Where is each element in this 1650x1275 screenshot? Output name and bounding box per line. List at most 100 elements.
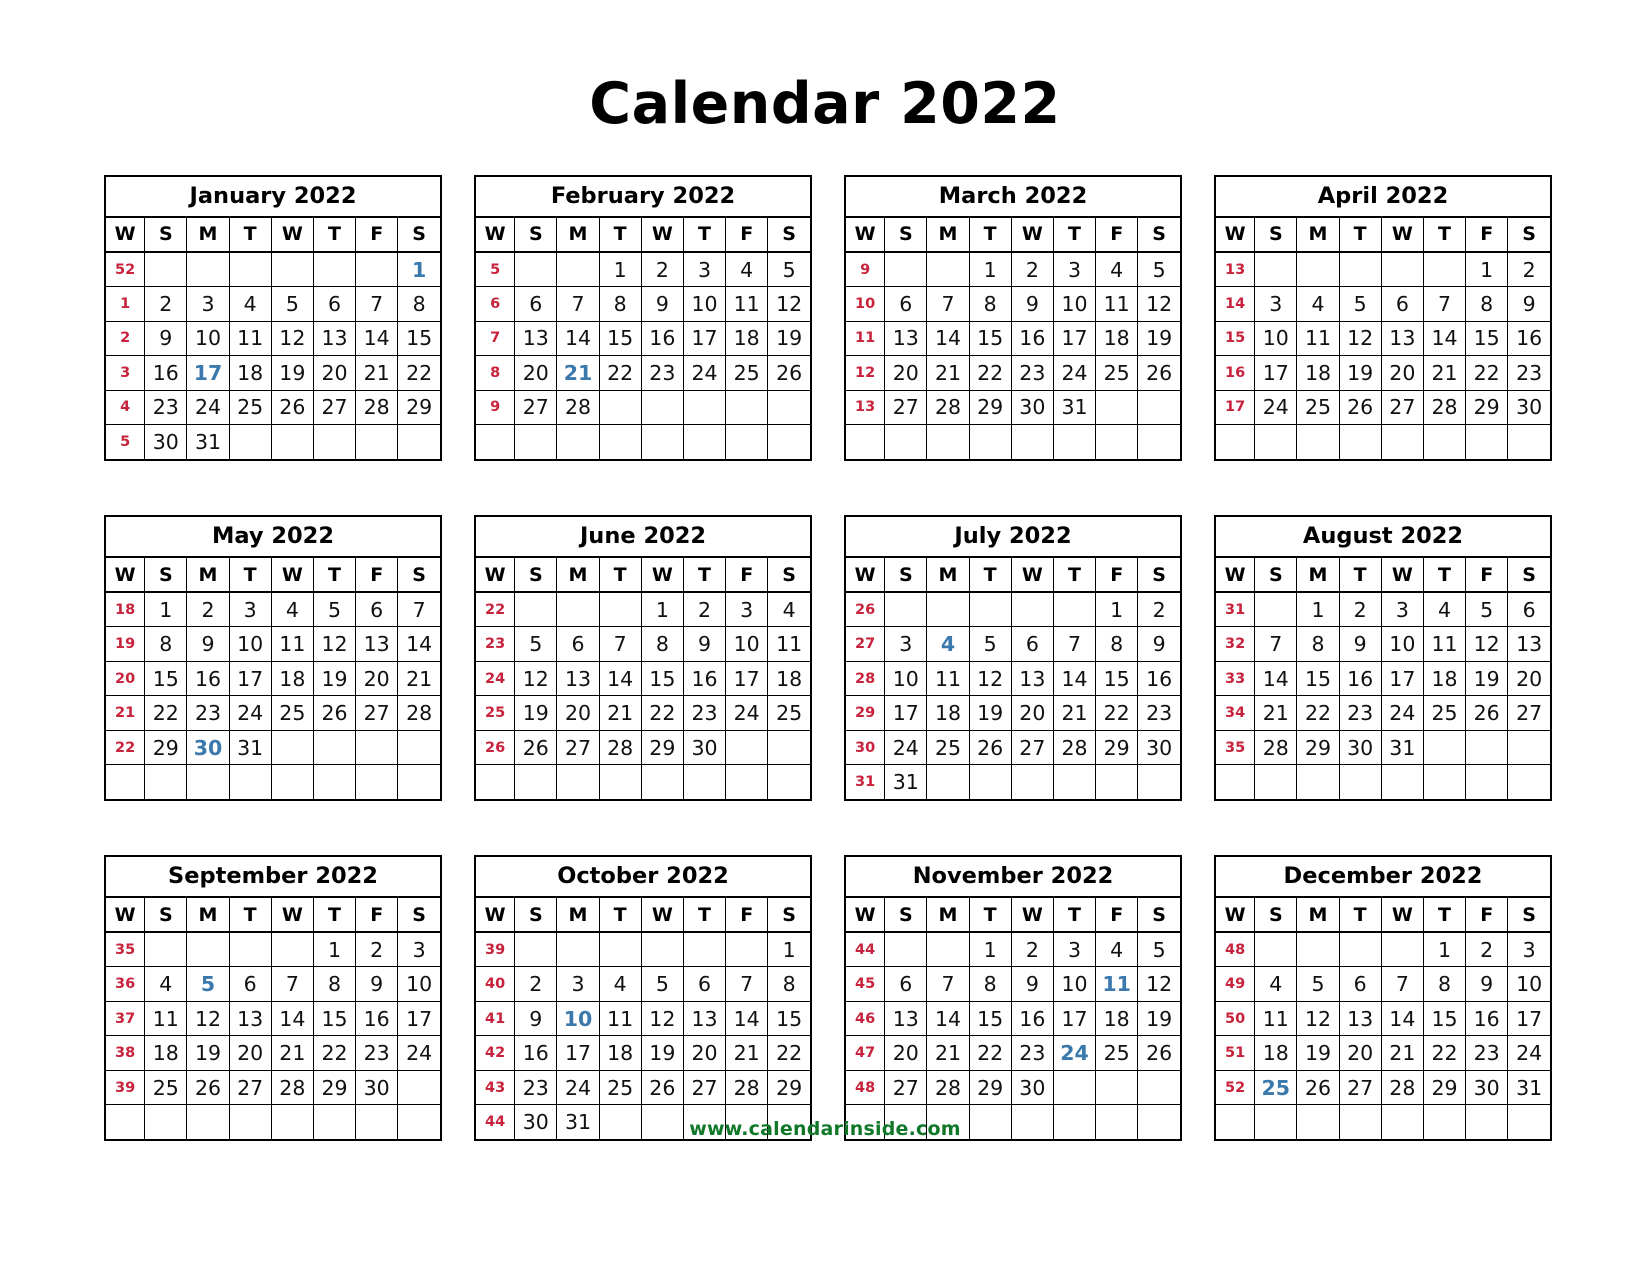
day-cell[interactable]: 18 bbox=[1254, 1035, 1298, 1071]
day-cell[interactable]: 25 bbox=[1095, 355, 1139, 391]
day-cell[interactable]: 12 bbox=[1338, 320, 1382, 357]
day-cell[interactable]: 14 bbox=[926, 320, 970, 357]
day-cell[interactable]: 24 bbox=[682, 355, 727, 391]
day-cell[interactable]: 27 bbox=[682, 1069, 727, 1106]
day-cell[interactable]: 2 bbox=[144, 286, 188, 322]
day-cell[interactable]: 31 bbox=[1507, 1069, 1550, 1106]
day-cell[interactable]: 24 bbox=[228, 695, 272, 731]
day-cell[interactable]: 12 bbox=[1465, 626, 1509, 662]
day-cell[interactable]: 12 bbox=[514, 660, 558, 697]
day-cell[interactable]: 27 bbox=[355, 695, 399, 731]
day-cell[interactable]: 29 bbox=[968, 389, 1012, 426]
day-cell[interactable]: 7 bbox=[270, 966, 314, 1002]
day-cell[interactable]: 11 bbox=[1095, 286, 1139, 322]
day-cell[interactable]: 30 bbox=[1010, 1069, 1054, 1106]
day-cell[interactable]: 4 bbox=[228, 286, 272, 322]
day-cell[interactable]: 13 bbox=[884, 320, 928, 357]
day-cell[interactable]: 14 bbox=[270, 1000, 314, 1037]
day-cell[interactable]: 5 bbox=[1296, 966, 1340, 1002]
day-cell[interactable]: 17 bbox=[1052, 320, 1097, 357]
day-cell[interactable]: 15 bbox=[968, 1000, 1012, 1037]
day-cell[interactable]: 1 bbox=[1296, 591, 1340, 628]
day-cell[interactable]: 10 bbox=[682, 286, 727, 322]
day-cell[interactable]: 6 bbox=[355, 591, 399, 628]
day-cell[interactable]: 28 bbox=[270, 1069, 314, 1106]
day-cell[interactable]: 23 bbox=[1465, 1035, 1509, 1071]
day-cell[interactable]: 16 bbox=[186, 660, 230, 697]
day-cell[interactable]: 29 bbox=[640, 729, 684, 766]
day-cell[interactable]: 31 bbox=[228, 729, 272, 766]
day-cell[interactable]: 28 bbox=[598, 729, 642, 766]
holiday-day-cell[interactable]: 11 bbox=[1095, 966, 1139, 1002]
day-cell[interactable]: 15 bbox=[598, 320, 642, 357]
day-cell[interactable]: 11 bbox=[598, 1000, 642, 1037]
day-cell[interactable]: 27 bbox=[556, 729, 600, 766]
day-cell[interactable]: 20 bbox=[884, 355, 928, 391]
day-cell[interactable]: 5 bbox=[1465, 591, 1509, 628]
day-cell[interactable]: 7 bbox=[598, 626, 642, 662]
day-cell[interactable]: 4 bbox=[1254, 966, 1298, 1002]
day-cell[interactable]: 17 bbox=[1507, 1000, 1550, 1037]
day-cell[interactable]: 12 bbox=[1137, 286, 1180, 322]
day-cell[interactable]: 5 bbox=[1338, 286, 1382, 322]
day-cell[interactable]: 28 bbox=[1380, 1069, 1424, 1106]
day-cell[interactable]: 16 bbox=[1338, 660, 1382, 697]
day-cell[interactable]: 9 bbox=[682, 626, 727, 662]
day-cell[interactable]: 14 bbox=[598, 660, 642, 697]
day-cell[interactable]: 19 bbox=[1338, 355, 1382, 391]
day-cell[interactable]: 20 bbox=[228, 1035, 272, 1071]
day-cell[interactable]: 6 bbox=[884, 966, 928, 1002]
day-cell[interactable]: 27 bbox=[514, 389, 558, 426]
day-cell[interactable]: 10 bbox=[397, 966, 440, 1002]
day-cell[interactable]: 10 bbox=[1052, 966, 1097, 1002]
day-cell[interactable]: 25 bbox=[1296, 389, 1340, 426]
day-cell[interactable]: 16 bbox=[144, 355, 188, 391]
day-cell[interactable]: 13 bbox=[228, 1000, 272, 1037]
day-cell[interactable]: 17 bbox=[228, 660, 272, 697]
day-cell[interactable]: 22 bbox=[968, 355, 1012, 391]
day-cell[interactable]: 23 bbox=[355, 1035, 399, 1071]
day-cell[interactable]: 22 bbox=[1465, 355, 1509, 391]
day-cell[interactable]: 23 bbox=[144, 389, 188, 426]
day-cell[interactable]: 29 bbox=[1095, 729, 1139, 766]
day-cell[interactable]: 10 bbox=[186, 320, 230, 357]
holiday-day-cell[interactable]: 21 bbox=[556, 355, 600, 391]
day-cell[interactable]: 2 bbox=[640, 251, 684, 288]
day-cell[interactable]: 1 bbox=[598, 251, 642, 288]
day-cell[interactable]: 26 bbox=[640, 1069, 684, 1106]
day-cell[interactable]: 14 bbox=[926, 1000, 970, 1037]
day-cell[interactable]: 9 bbox=[1507, 286, 1550, 322]
day-cell[interactable]: 5 bbox=[767, 251, 810, 288]
day-cell[interactable]: 18 bbox=[1422, 660, 1467, 697]
day-cell[interactable]: 11 bbox=[1254, 1000, 1298, 1037]
day-cell[interactable]: 3 bbox=[1380, 591, 1424, 628]
day-cell[interactable]: 20 bbox=[312, 355, 357, 391]
day-cell[interactable]: 21 bbox=[598, 695, 642, 731]
day-cell[interactable]: 30 bbox=[682, 729, 727, 766]
day-cell[interactable]: 21 bbox=[355, 355, 399, 391]
day-cell[interactable]: 28 bbox=[556, 389, 600, 426]
day-cell[interactable]: 18 bbox=[144, 1035, 188, 1071]
day-cell[interactable]: 19 bbox=[186, 1035, 230, 1071]
day-cell[interactable]: 4 bbox=[270, 591, 314, 628]
day-cell[interactable]: 25 bbox=[926, 729, 970, 766]
day-cell[interactable]: 26 bbox=[1137, 1035, 1180, 1071]
day-cell[interactable]: 25 bbox=[228, 389, 272, 426]
day-cell[interactable]: 21 bbox=[1254, 695, 1298, 731]
day-cell[interactable]: 31 bbox=[186, 424, 230, 460]
day-cell[interactable]: 26 bbox=[514, 729, 558, 766]
day-cell[interactable]: 12 bbox=[767, 286, 810, 322]
day-cell[interactable]: 6 bbox=[884, 286, 928, 322]
day-cell[interactable]: 22 bbox=[1095, 695, 1139, 731]
day-cell[interactable]: 25 bbox=[598, 1069, 642, 1106]
day-cell[interactable]: 25 bbox=[725, 355, 769, 391]
day-cell[interactable]: 6 bbox=[682, 966, 727, 1002]
day-cell[interactable]: 17 bbox=[556, 1035, 600, 1071]
day-cell[interactable]: 6 bbox=[1010, 626, 1054, 662]
day-cell[interactable]: 30 bbox=[1465, 1069, 1509, 1106]
day-cell[interactable]: 29 bbox=[397, 389, 440, 426]
day-cell[interactable]: 30 bbox=[144, 424, 188, 460]
day-cell[interactable]: 18 bbox=[598, 1035, 642, 1071]
day-cell[interactable]: 25 bbox=[1422, 695, 1467, 731]
day-cell[interactable]: 16 bbox=[514, 1035, 558, 1071]
